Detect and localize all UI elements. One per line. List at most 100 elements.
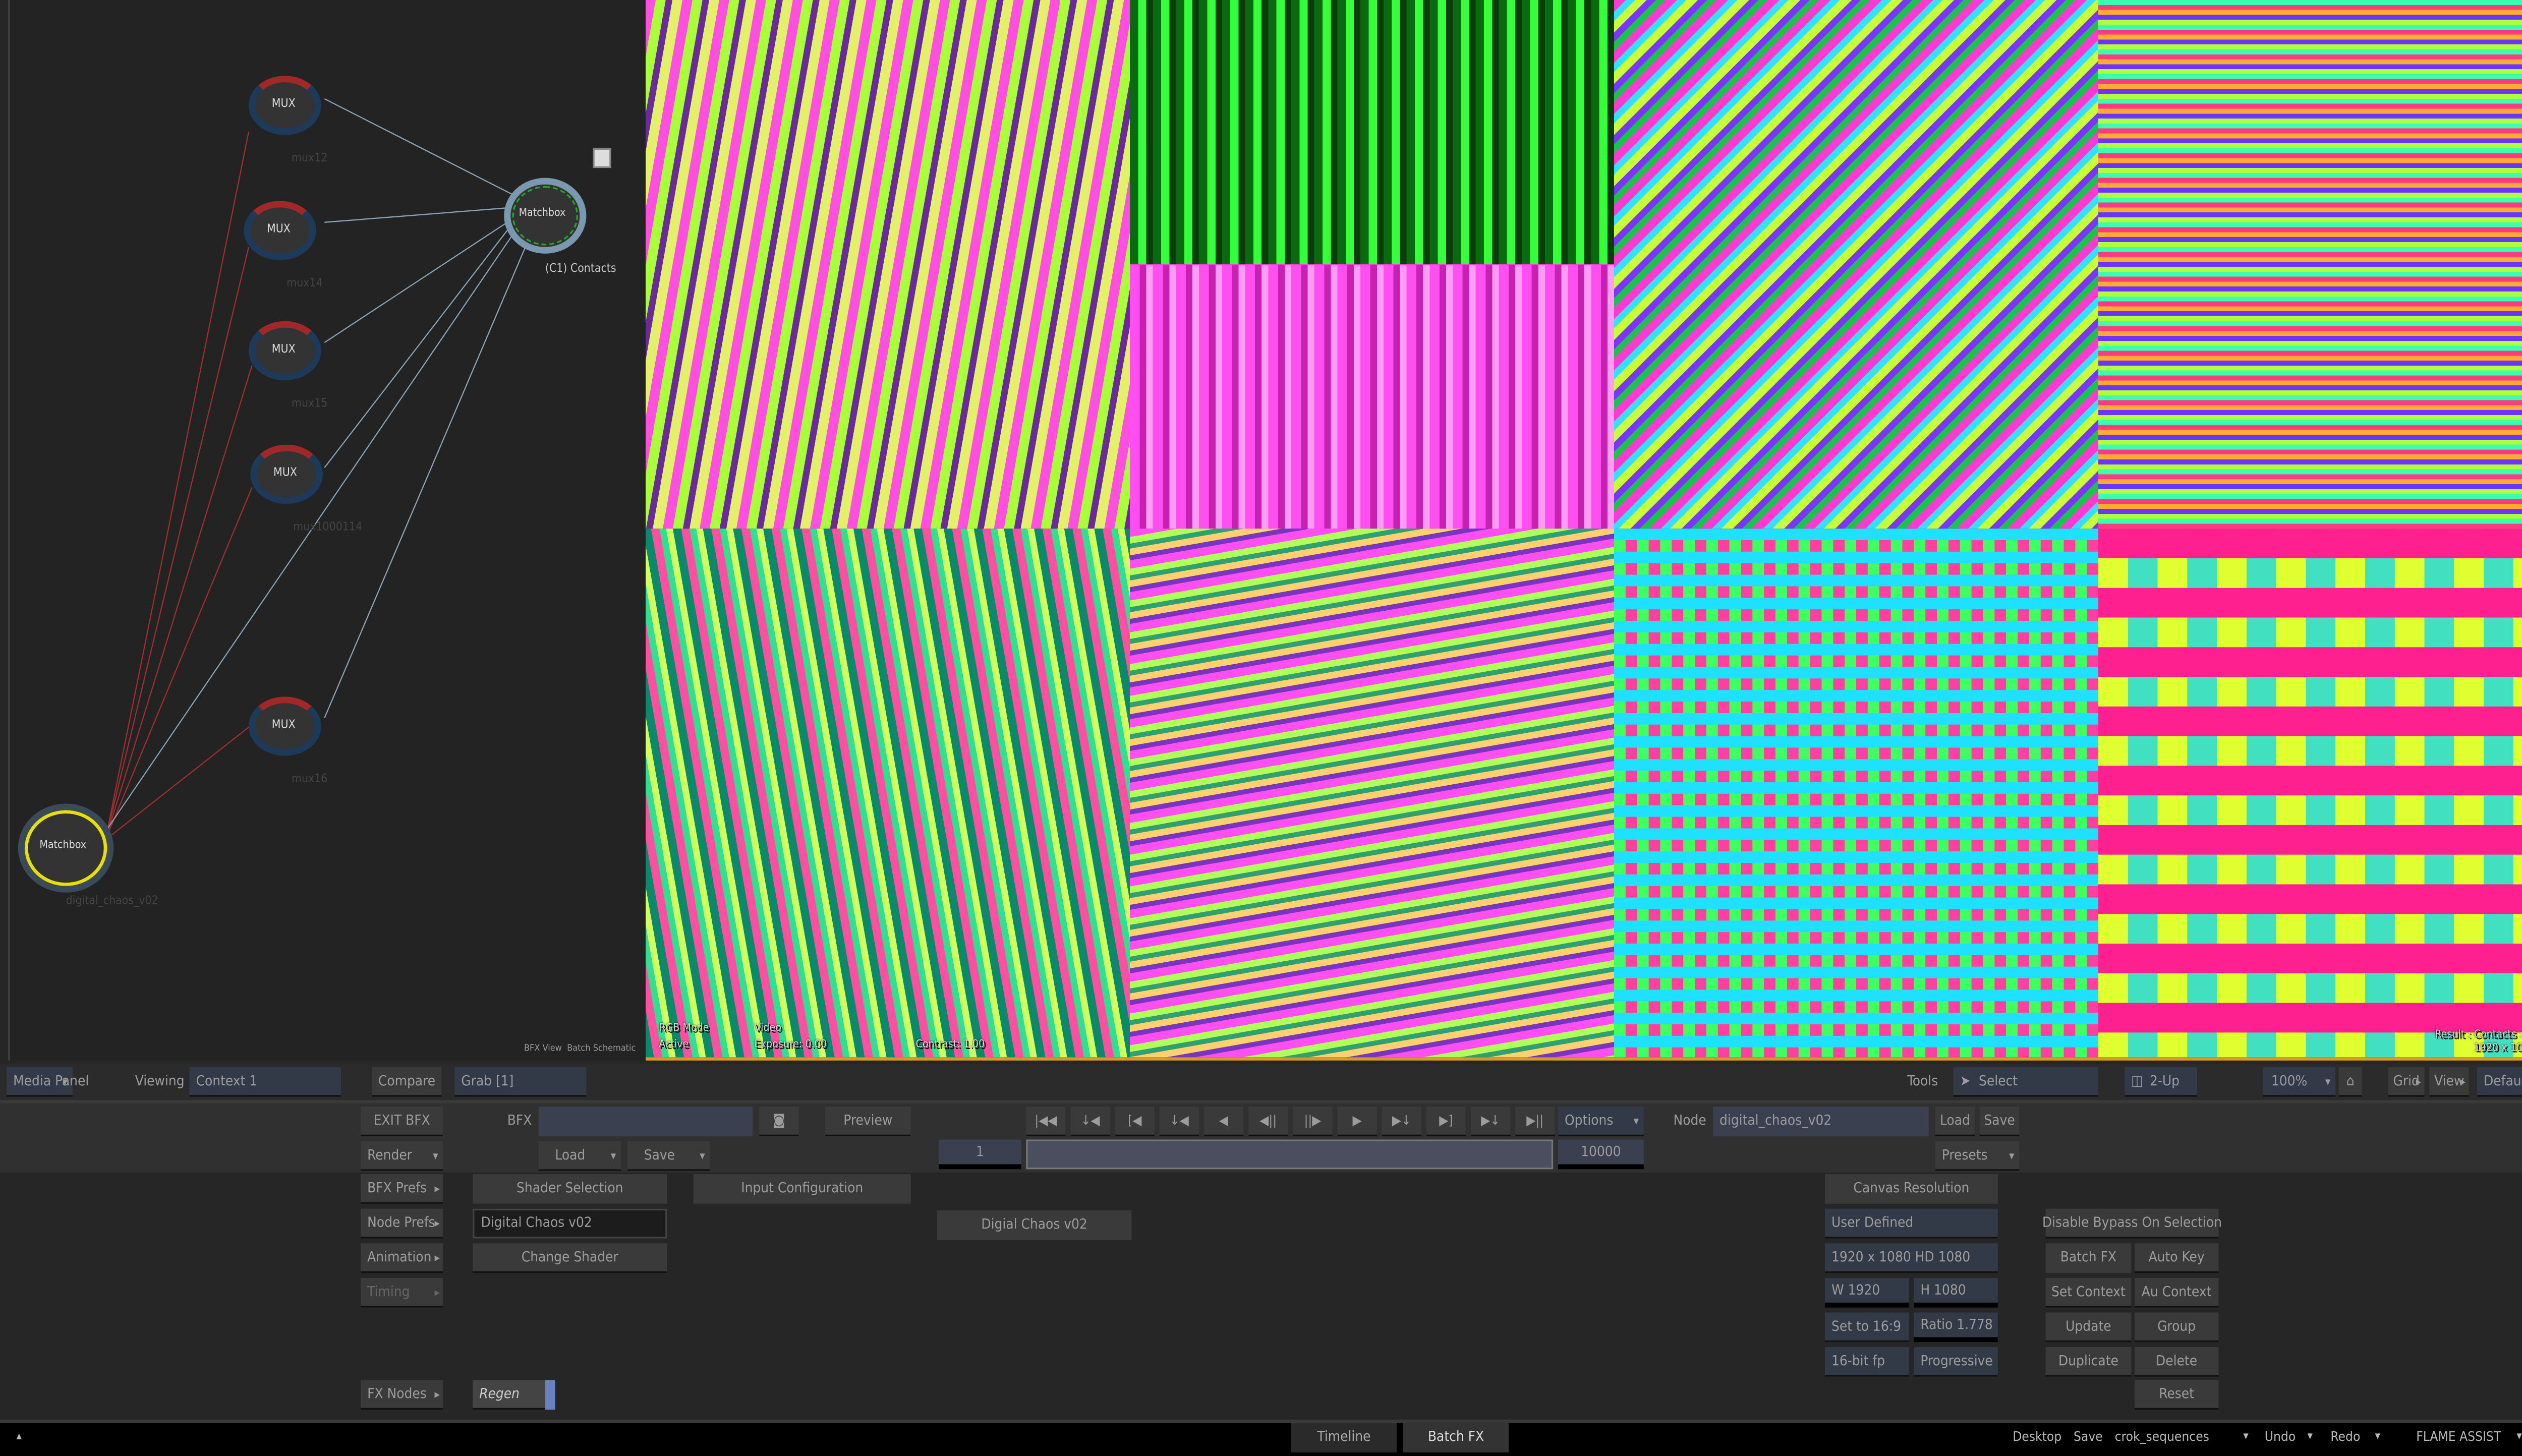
expand-icon[interactable]: ▴ bbox=[17, 1429, 22, 1442]
project-selector[interactable]: crok_sequences bbox=[2115, 1429, 2209, 1444]
node-mux1000114[interactable]: MUX mux1000114 bbox=[247, 438, 362, 534]
go-to-out-button[interactable]: ▶] bbox=[1426, 1106, 1466, 1137]
set-aspect-button[interactable]: Set to 16:9 bbox=[1824, 1312, 1909, 1343]
regen-toggle[interactable] bbox=[545, 1380, 555, 1410]
input-configuration-button[interactable]: Input Configuration bbox=[693, 1174, 911, 1204]
play-button[interactable]: ▶ bbox=[1337, 1106, 1377, 1137]
go-to-end-button[interactable]: ▶|| bbox=[1515, 1106, 1555, 1137]
redo-button[interactable]: Redo bbox=[2330, 1429, 2360, 1444]
redo-dropdown-icon[interactable]: ▾ bbox=[2375, 1429, 2380, 1442]
tab-timeline[interactable]: Timeline bbox=[1291, 1423, 1397, 1452]
frame-scrubber[interactable] bbox=[1026, 1139, 1554, 1170]
bit-depth-dropdown[interactable]: 16-bit fp bbox=[1824, 1347, 1909, 1377]
auto-key-toggle[interactable]: Auto Key bbox=[2134, 1243, 2219, 1273]
options-dropdown[interactable]: Options bbox=[1558, 1106, 1644, 1137]
snapshot-button[interactable]: ◙ bbox=[759, 1106, 799, 1137]
batch-fx-button[interactable]: Batch FX bbox=[2045, 1243, 2132, 1273]
reset-button[interactable]: Reset bbox=[2134, 1380, 2219, 1410]
viewing-label: Viewing bbox=[135, 1073, 185, 1090]
save-button[interactable]: Save bbox=[2074, 1429, 2103, 1444]
node-name-input[interactable]: digital_chaos_v02 bbox=[1712, 1106, 1929, 1137]
node-mux14[interactable]: MUX mux14 bbox=[241, 194, 326, 290]
node-name: mux15 bbox=[291, 396, 328, 411]
delete-button[interactable]: Delete bbox=[2134, 1347, 2219, 1377]
duplicate-button[interactable]: Duplicate bbox=[2045, 1347, 2132, 1377]
node-load-button[interactable]: Load bbox=[1935, 1106, 1975, 1137]
fx-nodes-label: FX Nodes bbox=[367, 1385, 427, 1403]
step-forward-button[interactable]: ||▶ bbox=[1293, 1106, 1333, 1137]
width-field[interactable]: W 1920 bbox=[1824, 1277, 1909, 1308]
node-mux16[interactable]: MUX mux16 bbox=[246, 690, 331, 786]
node-mux15[interactable]: MUX mux15 bbox=[246, 315, 331, 410]
exit-bfx-label: EXIT BFX bbox=[373, 1112, 430, 1129]
load-dropdown[interactable]: Load bbox=[538, 1141, 621, 1171]
shader-selection-button[interactable]: Shader Selection bbox=[473, 1174, 667, 1204]
view-menu[interactable]: View bbox=[2429, 1067, 2469, 1097]
node-save-button[interactable]: Save bbox=[1979, 1106, 2020, 1137]
step-back-button[interactable]: ◀|| bbox=[1248, 1106, 1288, 1137]
frame-start-field[interactable]: 1 bbox=[939, 1139, 1021, 1170]
project-dropdown-icon[interactable]: ▾ bbox=[2243, 1429, 2248, 1442]
group-label: Group bbox=[2157, 1318, 2196, 1335]
bfx-name-input[interactable] bbox=[538, 1106, 753, 1137]
height-field[interactable]: H 1080 bbox=[1914, 1277, 1998, 1308]
app-menu[interactable]: FLAME ASSIST bbox=[2416, 1429, 2501, 1444]
group-button[interactable]: Group bbox=[2134, 1312, 2219, 1343]
exit-bfx-button[interactable]: EXIT BFX bbox=[361, 1106, 443, 1137]
viewer[interactable]: RGB Mode Active Video Exposure: 0.00 Con… bbox=[645, 0, 2522, 1061]
undo-dropdown-icon[interactable]: ▾ bbox=[2308, 1429, 2313, 1442]
go-to-start-button[interactable]: |◀◀ bbox=[1026, 1106, 1066, 1137]
node-matchbox-contacts[interactable]: Matchbox (C1) Contacts bbox=[504, 148, 636, 275]
desktop-button[interactable]: Desktop bbox=[2013, 1429, 2061, 1444]
regen-button[interactable]: Regen bbox=[473, 1380, 545, 1410]
grab-selector[interactable]: Grab [1] bbox=[454, 1067, 587, 1097]
disable-bypass-button[interactable]: Disable Bypass On Selection bbox=[2042, 1208, 2222, 1239]
go-to-in-button[interactable]: [◀ bbox=[1115, 1106, 1155, 1137]
fx-nodes-menu[interactable]: FX Nodes bbox=[361, 1380, 443, 1410]
compare-button[interactable]: Compare bbox=[372, 1067, 442, 1097]
tab-batch-fx[interactable]: Batch FX bbox=[1403, 1423, 1509, 1452]
bfx-prefs-menu[interactable]: BFX Prefs bbox=[361, 1174, 443, 1204]
preview-button[interactable]: Preview bbox=[825, 1106, 911, 1137]
animation-menu[interactable]: Animation bbox=[361, 1243, 443, 1273]
resolution-preset-dropdown[interactable]: User Defined bbox=[1824, 1208, 1998, 1239]
select-tool[interactable]: ➤ Select bbox=[1953, 1067, 2098, 1097]
zoom-selector[interactable]: 100% bbox=[2263, 1067, 2336, 1097]
shader-name-field[interactable]: Digital Chaos v02 bbox=[473, 1208, 667, 1239]
media-panel-dropdown[interactable]: Media Panel bbox=[7, 1067, 89, 1097]
save-label: Save bbox=[644, 1147, 675, 1163]
context-selector[interactable]: Context 1 bbox=[189, 1067, 341, 1097]
change-shader-button[interactable]: Change Shader bbox=[473, 1243, 667, 1273]
au-context-button[interactable]: Au Context bbox=[2134, 1277, 2219, 1308]
frame-end-field[interactable]: 10000 bbox=[1558, 1139, 1644, 1170]
next-mark-button[interactable]: ▶↓ bbox=[1382, 1106, 1421, 1137]
set-context-button[interactable]: Set Context bbox=[2045, 1277, 2132, 1308]
home-button[interactable]: ⌂ bbox=[2338, 1067, 2362, 1097]
grid-menu[interactable]: Grid bbox=[2388, 1067, 2425, 1097]
node-mux12[interactable]: MUX mux12 bbox=[246, 69, 331, 165]
ratio-field[interactable]: Ratio 1.778 bbox=[1914, 1312, 1998, 1343]
note-icon[interactable] bbox=[593, 148, 611, 168]
shader-page-tab[interactable]: Digial Chaos v02 bbox=[937, 1210, 1132, 1240]
node-prefs-menu[interactable]: Node Prefs bbox=[361, 1208, 443, 1239]
timing-menu[interactable]: Timing bbox=[361, 1277, 443, 1308]
prev-mark-button[interactable]: ↓◀ bbox=[1159, 1106, 1199, 1137]
scan-mode-dropdown[interactable]: Progressive bbox=[1914, 1347, 1998, 1377]
format-dropdown[interactable]: 1920 x 1080 HD 1080 bbox=[1824, 1243, 1998, 1273]
prev-keyframe-button[interactable]: ↓◀ bbox=[1070, 1106, 1110, 1137]
layout-selector[interactable]: ◫ 2-Up bbox=[2125, 1067, 2197, 1097]
undo-button[interactable]: Undo bbox=[2265, 1429, 2296, 1444]
save-dropdown[interactable]: Save bbox=[627, 1141, 710, 1171]
update-button[interactable]: Update bbox=[2045, 1312, 2132, 1343]
node-label: Node bbox=[1673, 1113, 1706, 1130]
next-keyframe-button[interactable]: ▶↓ bbox=[1470, 1106, 1511, 1137]
duplicate-label: Duplicate bbox=[2058, 1353, 2118, 1370]
view-preset[interactable]: Default bbox=[2477, 1067, 2522, 1097]
render-dropdown[interactable]: Render bbox=[361, 1141, 443, 1171]
presets-dropdown[interactable]: Presets bbox=[1935, 1141, 2020, 1171]
play-reverse-button[interactable]: ◀ bbox=[1203, 1106, 1244, 1137]
app-menu-dropdown-icon[interactable]: ▾ bbox=[2516, 1429, 2521, 1442]
batch-schematic[interactable]: MUX mux12 MUX mux14 MUX mux15 MUX mux100… bbox=[8, 0, 646, 1061]
node-matchbox-digital-chaos[interactable]: Matchbox digital_chaos_v02 bbox=[24, 807, 158, 907]
node-type-label: MUX bbox=[273, 466, 297, 480]
